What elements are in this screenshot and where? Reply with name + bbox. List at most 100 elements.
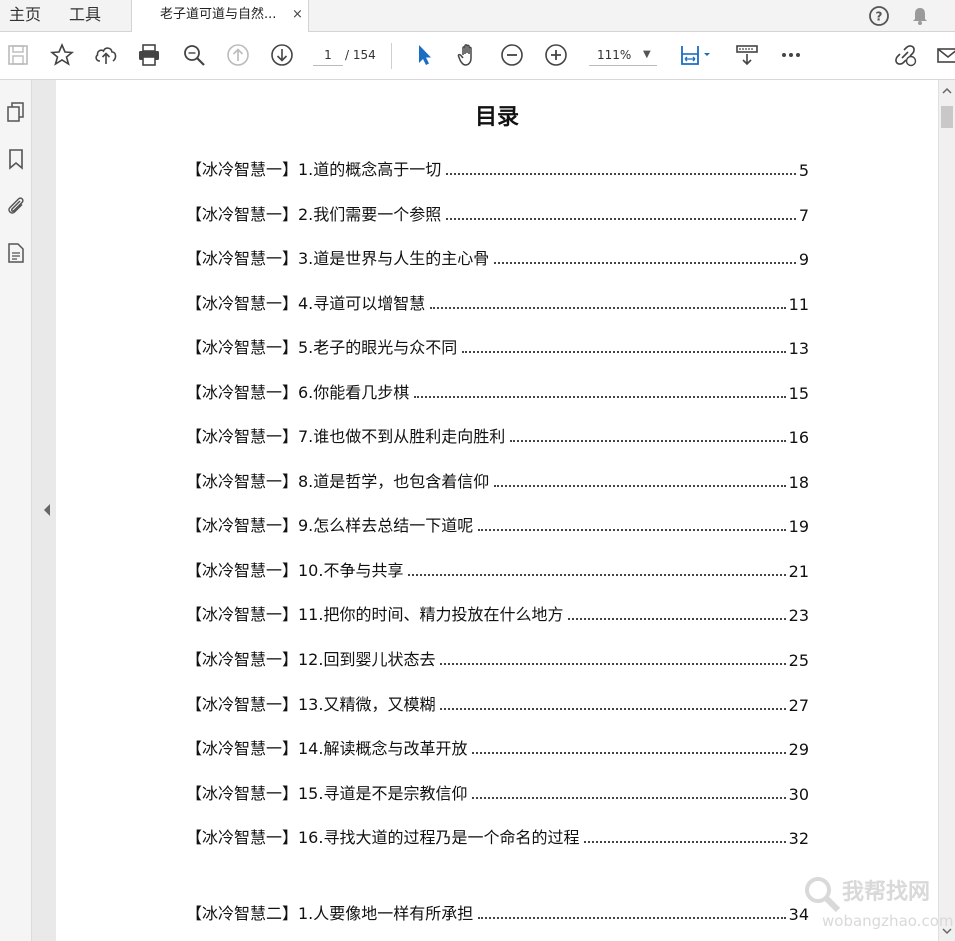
tab-tools[interactable]: 工具 [69,0,101,32]
toc-entry[interactable]: 【冰冷智慧二】1.人要像地一样有所承担 34 [186,900,809,924]
star-icon[interactable] [49,42,75,68]
zoom-out-icon[interactable] [499,42,525,68]
toc-entry-page: 16 [788,428,809,447]
toc-entry[interactable]: 【冰冷智慧一】8.道是哲学，也包含着信仰 18 [186,468,809,492]
pages-icon[interactable] [5,101,27,123]
fit-page-icon[interactable] [678,42,714,68]
hand-icon[interactable] [455,42,481,68]
toc-entry-title: 【冰冷智慧一】14.解读概念与改革开放 [186,739,468,758]
page-number-input[interactable]: 1 [313,45,343,66]
help-icon[interactable]: ? [868,5,890,27]
toc-entry-page: 11 [788,295,809,314]
scroll-up-icon[interactable] [942,86,952,96]
toc-dot-leader [440,663,786,665]
toc-entry-page: 27 [788,696,809,715]
toc-entry[interactable]: 【冰冷智慧一】3.道是世界与人生的主心骨 9 [186,245,809,269]
close-tab-button[interactable]: × [292,0,303,30]
toc-entry-title: 【冰冷智慧一】4.寻道可以增智慧 [186,294,426,313]
toc-entry[interactable]: 【冰冷智慧一】1.道的概念高于一切 5 [186,156,809,180]
toc-entry[interactable]: 【冰冷智慧一】5.老子的眼光与众不同 13 [186,334,809,358]
toc-dot-leader [494,485,786,487]
zoom-in-icon[interactable] [543,42,569,68]
tab-document[interactable]: 老子道可道与自然... × [131,0,309,33]
select-arrow-icon[interactable] [411,42,437,68]
toc-entry-page: 7 [798,206,809,225]
vertical-scrollbar[interactable] [938,80,955,941]
toc-entry-page: 30 [788,785,809,804]
left-nav-rail [0,80,32,941]
document-tab-title: 老子道可道与自然... [160,7,277,22]
toc-entry-title: 【冰冷智慧二】1.人要像地一样有所承担 [186,904,474,923]
scrollbar-thumb[interactable] [941,106,953,128]
scroll-mode-icon[interactable] [734,42,760,68]
toc-entry[interactable]: 【冰冷智慧一】15.寻道是不是宗教信仰 30 [186,780,809,804]
toc-entry-title: 【冰冷智慧一】7.谁也做不到从胜利走向胜利 [186,427,506,446]
bell-icon[interactable] [909,5,931,27]
watermark-text-en: wobangzhao.com [822,912,954,930]
toc-entry[interactable]: 【冰冷智慧一】6.你能看几步棋 15 [186,379,809,403]
toc-dot-leader [568,618,786,620]
next-page-icon[interactable] [269,42,295,68]
toc-entry[interactable]: 【冰冷智慧一】11.把你的时间、精力投放在什么地方 23 [186,601,809,625]
tab-home[interactable]: 主页 [9,0,41,32]
zoom-level-value: 111% [597,48,632,62]
toc-entry-page: 32 [788,829,809,848]
toc-entry[interactable]: 【冰冷智慧一】14.解读概念与改革开放 29 [186,735,809,759]
toc-title: 目录 [474,105,519,130]
toc-entry[interactable]: 【冰冷智慧一】9.怎么样去总结一下道呢 19 [186,512,809,536]
save-icon[interactable] [5,42,31,68]
toc-entry-page: 21 [788,562,809,581]
zoom-level-select[interactable]: 111% ▼ [589,45,657,66]
toc-dot-leader [414,396,786,398]
toc-entry-title: 【冰冷智慧一】10.不争与共享 [186,561,404,580]
mail-icon[interactable] [936,42,955,68]
toc-entry[interactable]: 【冰冷智慧一】12.回到婴儿状态去 25 [186,646,809,670]
toc-entry[interactable]: 【冰冷智慧一】7.谁也做不到从胜利走向胜利 16 [186,423,809,447]
toc-entry-title: 【冰冷智慧一】16.寻找大道的过程乃是一个命名的过程 [186,828,580,847]
toc-dot-leader [472,752,786,754]
toc-entry-page: 19 [788,517,809,536]
attachment-icon[interactable] [5,195,27,217]
toolbar-divider [391,43,392,69]
toc-entry-title: 【冰冷智慧一】8.道是哲学，也包含着信仰 [186,472,490,491]
toc-entry[interactable]: 【冰冷智慧一】16.寻找大道的过程乃是一个命名的过程 32 [186,824,809,848]
bookmark-icon[interactable] [5,148,27,170]
toc-entry-page: 13 [788,339,809,358]
toc-entry-page: 25 [788,651,809,670]
print-icon[interactable] [136,42,162,68]
page-total: / 154 [345,48,376,62]
upload-icon[interactable] [93,42,119,68]
toc-entry-title: 【冰冷智慧一】5.老子的眼光与众不同 [186,338,458,357]
zoom-search-icon[interactable] [181,42,207,68]
toc-entry-page: 18 [788,473,809,492]
prev-page-icon[interactable] [225,42,251,68]
toc-dot-leader [408,574,786,576]
toc-entry-page: 9 [798,250,809,269]
toc-dot-leader [446,218,796,220]
watermark: 我帮找网 wobangzhao.com [800,872,954,938]
pdf-page: 目录 【冰冷智慧一】1.道的概念高于一切 5 【冰冷智慧一】2.我们需要一个参照 7 【… [56,80,938,941]
toc-dot-leader [446,173,796,175]
toc-dot-leader [478,529,786,531]
toc-entry[interactable]: 【冰冷智慧一】10.不争与共享 21 [186,557,809,581]
toc-entry-page: 15 [788,384,809,403]
toc-entry-title: 【冰冷智慧一】11.把你的时间、精力投放在什么地方 [186,605,564,624]
toc-entry[interactable]: 【冰冷智慧一】4.寻道可以增智慧 11 [186,290,809,314]
collapse-pane-icon[interactable] [42,503,52,517]
toc-dot-leader [462,351,786,353]
toc-entry-title: 【冰冷智慧一】13.又精微，又模糊 [186,695,436,714]
toc-entry-title: 【冰冷智慧一】15.寻道是不是宗教信仰 [186,784,468,803]
toc-entry-page: 5 [798,161,809,180]
toolbar: 1 / 154 111% ▼ [0,32,955,80]
share-link-icon[interactable] [892,42,918,68]
toc-dot-leader [440,708,786,710]
document-icon[interactable] [5,242,27,264]
toc-dot-leader [472,797,786,799]
toc-entry[interactable]: 【冰冷智慧一】13.又精微，又模糊 27 [186,691,809,715]
more-icon[interactable] [778,42,804,68]
toc-entry-title: 【冰冷智慧一】6.你能看几步棋 [186,383,410,402]
toc-entry-title: 【冰冷智慧一】3.道是世界与人生的主心骨 [186,249,490,268]
svg-text:?: ? [876,10,883,24]
toc-entry[interactable]: 【冰冷智慧一】2.我们需要一个参照 7 [186,201,809,225]
toc-entry-page: 29 [788,740,809,759]
